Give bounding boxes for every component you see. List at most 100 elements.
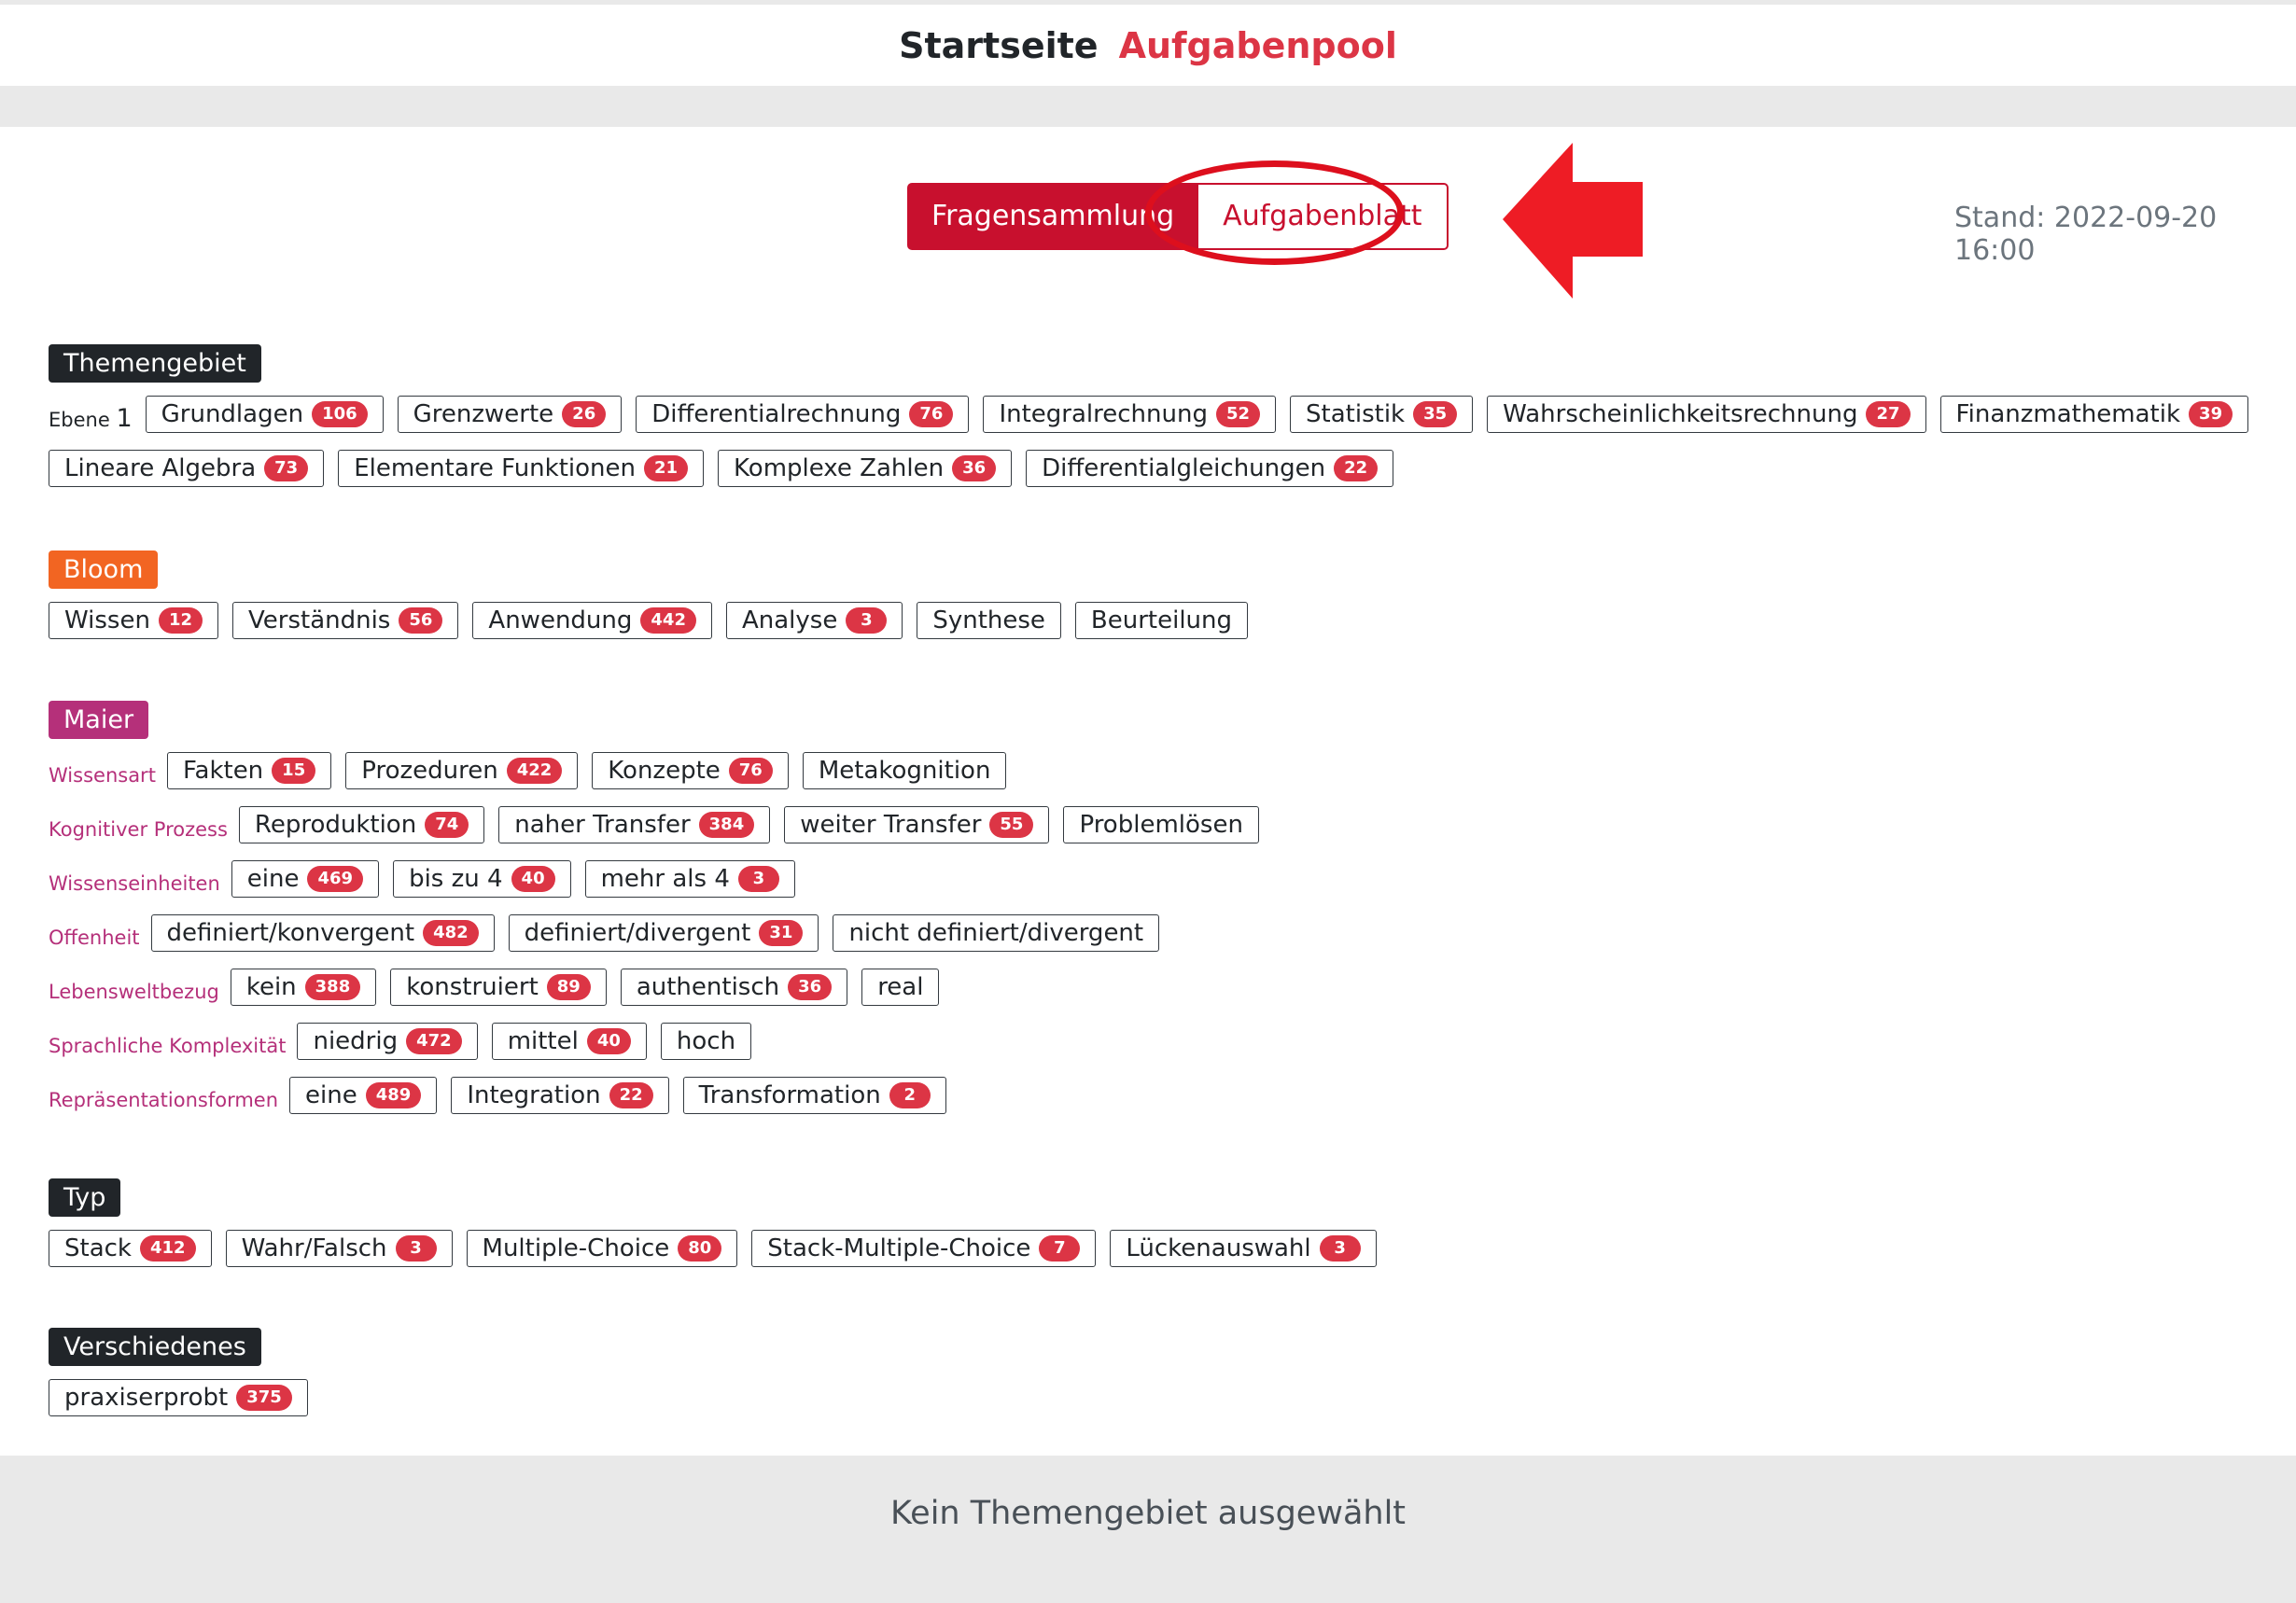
footer-status: Kein Themengebiet ausgewählt xyxy=(0,1456,2296,1603)
count-badge: 3 xyxy=(1319,1235,1361,1261)
header-band xyxy=(0,86,2296,127)
chip-real[interactable]: real xyxy=(861,969,940,1006)
chip-eine-repraesentation[interactable]: eine 489 xyxy=(289,1077,438,1114)
chip-konzepte[interactable]: Konzepte 76 xyxy=(592,752,789,789)
chip-beurteilung[interactable]: Beurteilung xyxy=(1074,602,1249,639)
chip-bis-zu-4[interactable]: bis zu 4 40 xyxy=(393,860,571,898)
chip-anwendung[interactable]: Anwendung 442 xyxy=(472,602,712,639)
chip-mittel[interactable]: mittel 40 xyxy=(491,1023,647,1060)
chip-differentialrechnung[interactable]: Differentialrechnung 76 xyxy=(636,396,970,433)
count-badge: 3 xyxy=(395,1235,437,1261)
chip-grenzwerte[interactable]: Grenzwerte 26 xyxy=(397,396,623,433)
chip-wahr-falsch[interactable]: Wahr/Falsch 3 xyxy=(225,1230,453,1267)
count-badge: 26 xyxy=(562,401,607,427)
count-badge: 384 xyxy=(698,812,755,838)
maier-row-wissensart: Wissensart Fakten 15 Prozeduren 422 Konzep… xyxy=(49,750,1273,791)
chip-transformation[interactable]: Transformation 2 xyxy=(682,1077,946,1114)
chip-elementare-funktionen[interactable]: Elementare Funktionen 21 xyxy=(338,450,705,487)
row-label: Lebensweltbezug xyxy=(49,981,219,1003)
chip-hoch[interactable]: hoch xyxy=(660,1023,752,1060)
chip-nicht-definiert-divergent[interactable]: nicht definiert/divergent xyxy=(833,914,1160,952)
chip-lueckenauswahl[interactable]: Lückenauswahl 3 xyxy=(1110,1230,1377,1267)
chip-finanzmathematik[interactable]: Finanzmathematik 39 xyxy=(1939,396,2249,433)
highlight-ring-annotation xyxy=(1145,160,1404,265)
nav-home-link[interactable]: Startseite xyxy=(899,25,1098,66)
count-badge: 422 xyxy=(506,758,563,784)
chip-problemloesen[interactable]: Problemlösen xyxy=(1063,806,1259,843)
chip-integration[interactable]: Integration 22 xyxy=(451,1077,669,1114)
count-badge: 55 xyxy=(989,812,1034,838)
chip-definiert-divergent[interactable]: definiert/divergent 31 xyxy=(508,914,819,952)
chip-analyse[interactable]: Analyse 3 xyxy=(725,602,903,639)
count-badge: 74 xyxy=(425,812,469,838)
chip-synthese[interactable]: Synthese xyxy=(917,602,1061,639)
ebene-label: Ebene 1 xyxy=(49,403,133,433)
count-badge: 40 xyxy=(586,1028,631,1054)
chip-naher-transfer[interactable]: naher Transfer 384 xyxy=(498,806,771,843)
count-badge: 27 xyxy=(1866,401,1911,427)
nav-pool-link[interactable]: Aufgabenpool xyxy=(1119,25,1397,66)
count-badge: 73 xyxy=(264,455,309,481)
chip-multiple-choice[interactable]: Multiple-Choice 80 xyxy=(466,1230,738,1267)
chip-lineare-algebra[interactable]: Lineare Algebra 73 xyxy=(49,450,325,487)
maier-row-wissenseinheiten: Wissenseinheiten eine 469 bis zu 4 40 mehr… xyxy=(49,858,1273,899)
chip-reproduktion[interactable]: Reproduktion 74 xyxy=(238,806,485,843)
chip-praxiserprobt[interactable]: praxiserprobt 375 xyxy=(49,1379,308,1416)
count-badge: 489 xyxy=(365,1082,422,1108)
chip-prozeduren[interactable]: Prozeduren 422 xyxy=(345,752,579,789)
section-typ: Typ Stack 412 Wahr/Falsch 3 Multiple-Choic… xyxy=(49,1178,1391,1282)
count-badge: 482 xyxy=(423,920,479,946)
chip-stack-multiple-choice[interactable]: Stack-Multiple-Choice 7 xyxy=(751,1230,1097,1267)
chip-stack[interactable]: Stack 412 xyxy=(49,1230,212,1267)
count-badge: 375 xyxy=(236,1385,292,1411)
section-heading: Typ xyxy=(49,1178,121,1217)
section-themengebiet: Themengebiet Ebene 1 Grundlagen 106 Grenz… xyxy=(49,344,2262,502)
chip-metakognition[interactable]: Metakognition xyxy=(802,752,1007,789)
section-maier: Maier Wissensart Fakten 15 Prozeduren 422 … xyxy=(49,701,1273,1129)
typ-row: Stack 412 Wahr/Falsch 3 Multiple-Choice 80 … xyxy=(49,1228,1391,1269)
chip-differentialgleichungen[interactable]: Differentialgleichungen 22 xyxy=(1026,450,1394,487)
chip-komplexe-zahlen[interactable]: Komplexe Zahlen 36 xyxy=(718,450,1013,487)
count-badge: 36 xyxy=(952,455,997,481)
maier-row-offenheit: Offenheit definiert/konvergent 482 defini… xyxy=(49,913,1273,954)
count-badge: 21 xyxy=(643,455,689,481)
row-label: Repräsentationsformen xyxy=(49,1089,279,1111)
chip-kein[interactable]: kein 388 xyxy=(230,969,377,1006)
chip-definiert-konvergent[interactable]: definiert/konvergent 482 xyxy=(150,914,495,952)
section-verschiedenes: Verschiedenes praxiserprobt 375 xyxy=(49,1328,322,1431)
count-badge: 22 xyxy=(1334,455,1379,481)
count-badge: 31 xyxy=(759,920,804,946)
chip-weiter-transfer[interactable]: weiter Transfer 55 xyxy=(784,806,1050,843)
count-badge: 469 xyxy=(307,866,364,892)
chip-statistik[interactable]: Statistik 35 xyxy=(1290,396,1474,433)
chip-mehr-als-4[interactable]: mehr als 43 xyxy=(584,860,795,898)
count-badge: 35 xyxy=(1413,401,1458,427)
count-badge: 36 xyxy=(788,974,833,1000)
chip-integralrechnung[interactable]: Integralrechnung 52 xyxy=(983,396,1277,433)
section-bloom: Bloom Wissen 12 Verständnis 56 Anwendung 44… xyxy=(49,551,1262,654)
chip-verstaendnis[interactable]: Verständnis 56 xyxy=(232,602,459,639)
count-badge: 412 xyxy=(139,1235,196,1261)
count-badge: 388 xyxy=(304,974,361,1000)
verschiedenes-row: praxiserprobt 375 xyxy=(49,1377,322,1418)
count-badge: 40 xyxy=(511,866,555,892)
count-badge: 472 xyxy=(406,1028,462,1054)
maier-row-lebensweltbezug: Lebensweltbezug kein 388 konstruiert 89 au… xyxy=(49,967,1273,1008)
chip-wissen[interactable]: Wissen 12 xyxy=(49,602,218,639)
section-heading: Themengebiet xyxy=(49,344,261,383)
chip-eine[interactable]: eine 469 xyxy=(231,860,380,898)
chip-konstruiert[interactable]: konstruiert 89 xyxy=(390,969,607,1006)
section-heading: Bloom xyxy=(49,551,159,589)
chip-fakten[interactable]: Fakten 15 xyxy=(166,752,332,789)
count-badge: 106 xyxy=(312,401,368,427)
chip-niedrig[interactable]: niedrig 472 xyxy=(297,1023,478,1060)
row-label: Sprachliche Komplexität xyxy=(49,1035,287,1057)
count-badge: 2 xyxy=(889,1082,931,1108)
count-badge: 39 xyxy=(2189,401,2233,427)
count-badge: 22 xyxy=(609,1082,653,1108)
chip-grundlagen[interactable]: Grundlagen 106 xyxy=(145,396,384,433)
chip-wahrscheinlichkeitsrechnung[interactable]: Wahrscheinlichkeitsrechnung 27 xyxy=(1487,396,1926,433)
count-badge: 80 xyxy=(678,1235,722,1261)
chip-authentisch[interactable]: authentisch 36 xyxy=(620,969,848,1006)
left-arrow-icon xyxy=(1503,143,1643,299)
